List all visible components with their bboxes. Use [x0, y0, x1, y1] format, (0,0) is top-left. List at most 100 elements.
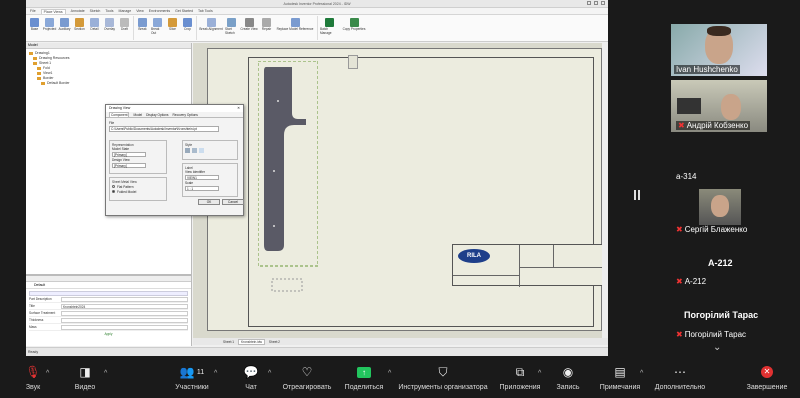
tab-annotate[interactable]: Annotate	[71, 9, 85, 13]
sheet-metal-view-group: Sheet Metal View Flat Pattern Folded Mod…	[109, 177, 167, 201]
replace-model-reference-button[interactable]: Replace Model Reference	[275, 16, 315, 40]
muted-mic-icon: ✖	[678, 121, 685, 130]
close-icon[interactable]	[601, 1, 605, 5]
sheet-tab[interactable]: Sheet:2	[269, 340, 280, 344]
reactions-button[interactable]: ♡ Отреагировать	[280, 362, 334, 398]
title-block-grid	[453, 275, 519, 276]
tab-sketch[interactable]: Sketch	[90, 9, 101, 13]
audio-options-chevron-icon[interactable]: ^	[46, 370, 49, 377]
repair-button[interactable]: Repair	[260, 16, 273, 40]
scale-field[interactable]: 1 : 1	[185, 186, 219, 191]
overlay-button[interactable]: Overlay	[103, 16, 116, 40]
flat-part-view[interactable]	[258, 61, 318, 321]
video-tile[interactable]: Ivan Hushchenko	[671, 24, 767, 76]
ok-button[interactable]: OK	[198, 199, 220, 205]
participants-options-chevron-icon[interactable]: ^	[214, 370, 217, 377]
slice-button[interactable]: Slice	[166, 16, 179, 40]
crop-button[interactable]: Crop	[181, 16, 194, 40]
sheet-tabs: Sheet:1 Kronshtein.idw Sheet:2	[193, 338, 608, 345]
tab-display-options[interactable]: Display Options	[146, 113, 168, 117]
break-alignment-button[interactable]: Break Alignment	[199, 16, 223, 40]
hidden-line-removed-icon[interactable]	[192, 148, 197, 153]
chat-options-chevron-icon[interactable]: ^	[268, 370, 271, 377]
properties-table: Part Description Title Kronshtein2024 Sur…	[29, 291, 188, 336]
chat-button[interactable]: 💬 Чат	[238, 362, 264, 398]
apply-button[interactable]: Apply	[29, 332, 188, 336]
file-path-field[interactable]: C:\Users\Public\Documents\Autodesk\Inven…	[109, 126, 219, 132]
notes-options-chevron-icon[interactable]: ^	[640, 370, 643, 377]
ribbon-separator	[133, 16, 134, 40]
scroll-down-chevron-icon[interactable]: ⌄	[713, 342, 721, 353]
cancel-button[interactable]: Cancel	[222, 199, 244, 205]
start-sketch-button[interactable]: Start Sketch	[225, 16, 238, 40]
tab-manage[interactable]: Manage	[119, 9, 132, 13]
property-value[interactable]	[61, 296, 188, 302]
property-value[interactable]: Kronshtein2024	[61, 303, 188, 309]
tab-recovery-options[interactable]: Recovery Options	[173, 113, 198, 117]
property-value[interactable]	[61, 324, 188, 330]
video-options-chevron-icon[interactable]: ^	[104, 370, 107, 377]
tab-view[interactable]: View	[136, 9, 144, 13]
apps-options-chevron-icon[interactable]: ^	[538, 370, 541, 377]
draft-button[interactable]: Draft	[118, 16, 131, 40]
share-options-chevron-icon[interactable]: ^	[388, 370, 391, 377]
draft-icon	[120, 18, 129, 27]
repair-icon	[262, 18, 271, 27]
splitter-handle[interactable]	[634, 190, 640, 200]
crop-icon	[183, 18, 192, 27]
vertical-scrollbar[interactable]	[602, 43, 608, 338]
file-label: File	[109, 121, 115, 125]
copy-properties-button[interactable]: Copy Properties	[340, 16, 368, 40]
property-value[interactable]	[61, 310, 188, 316]
break-button[interactable]: Break	[136, 16, 149, 40]
share-button[interactable]: ↑ Поделиться	[340, 362, 388, 398]
drawing-canvas[interactable]	[193, 43, 608, 338]
model-state-select[interactable]: [Primary]	[112, 152, 146, 157]
auxiliary-button[interactable]: Auxiliary	[58, 16, 71, 40]
tab-environments[interactable]: Environments	[149, 9, 170, 13]
batch-manage-button[interactable]: Batch Manage	[320, 16, 338, 40]
create-view-button[interactable]: Create View	[240, 16, 258, 40]
audio-button[interactable]: 🎙 Звук	[18, 362, 48, 398]
shaded-icon[interactable]	[199, 148, 204, 153]
view-identifier-field[interactable]: VIEW1	[185, 175, 219, 180]
scale-label: Scale	[185, 181, 193, 185]
video-tile[interactable]	[699, 189, 741, 225]
video-tile[interactable]: ✖ Андрій Кобзенко	[671, 80, 767, 132]
participant-name: ✖ A-212	[676, 277, 707, 286]
end-meeting-button[interactable]: ✕ Завершение	[740, 362, 794, 398]
property-value[interactable]	[61, 317, 188, 323]
tab-component[interactable]: Component	[109, 112, 130, 117]
folded-model-radio[interactable]: Folded Model	[112, 189, 164, 194]
host-tools-button[interactable]: ⛉ Инструменты организатора	[396, 362, 490, 398]
record-button[interactable]: ◉ Запись	[552, 362, 584, 398]
section-button[interactable]: Section	[73, 16, 86, 40]
tab-tools[interactable]: Tools	[105, 9, 113, 13]
more-button[interactable]: ⋯ Дополнительно	[650, 362, 710, 398]
tree-item[interactable]: Default Border	[29, 81, 188, 86]
tab-model[interactable]: Model	[133, 113, 142, 117]
tab-tab-tools[interactable]: Tab Tools	[198, 9, 213, 13]
window-controls[interactable]	[587, 1, 605, 5]
close-icon[interactable]: ✕	[237, 105, 240, 112]
tab-get-started[interactable]: Get Started	[175, 9, 193, 13]
base-button[interactable]: Base	[28, 16, 41, 40]
hidden-line-icon[interactable]	[185, 148, 190, 153]
break-out-button[interactable]: Break Out	[151, 16, 164, 40]
sheet-tab[interactable]: Kronshtein.idw	[238, 338, 265, 345]
drawing-sheet	[207, 48, 602, 331]
tab-file[interactable]: File	[30, 9, 36, 13]
projected-button[interactable]: Projected	[43, 16, 56, 40]
apps-button[interactable]: ⧉ Приложения	[496, 362, 544, 398]
maximize-icon[interactable]	[594, 1, 598, 5]
tab-place-views[interactable]: Place Views	[40, 8, 66, 14]
minimize-icon[interactable]	[587, 1, 591, 5]
participants-button[interactable]: 👥 11 Участники	[170, 362, 214, 398]
notes-button[interactable]: ▤ Примечания	[598, 362, 642, 398]
overlay-icon	[105, 18, 114, 27]
sheet-tab[interactable]: Sheet:1	[223, 340, 234, 344]
shield-icon: ⛉	[438, 364, 448, 379]
video-button[interactable]: ◨ Видео	[70, 362, 100, 398]
detail-button[interactable]: Detail	[88, 16, 101, 40]
design-view-select[interactable]: [Primary]	[112, 163, 146, 168]
